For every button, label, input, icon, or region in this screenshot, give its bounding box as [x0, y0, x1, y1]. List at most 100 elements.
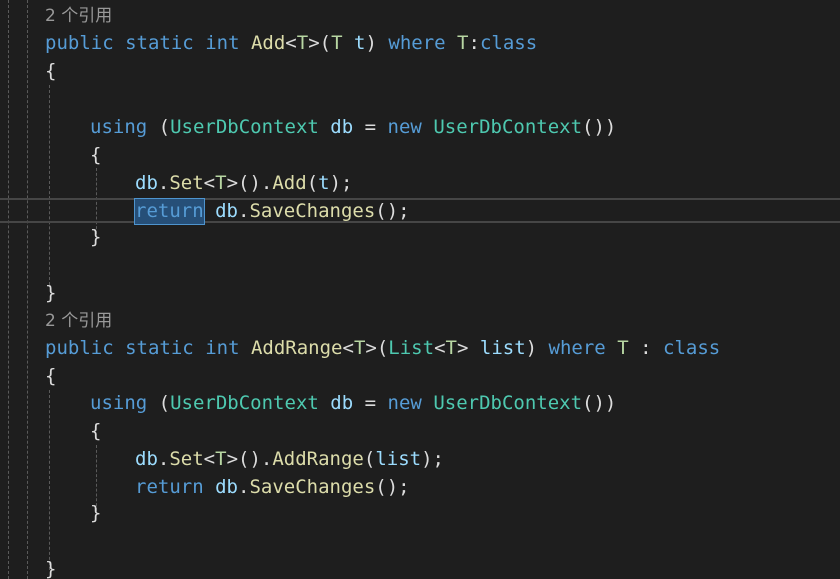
keyword-new: new [387, 392, 422, 414]
punct: ( [319, 32, 332, 54]
type-name: UserDbContext [433, 392, 583, 414]
punct: > [456, 337, 469, 359]
keyword-int: int [205, 337, 240, 359]
keyword-new: new [387, 116, 422, 138]
using-statement[interactable]: using (UserDbContext db = new UserDbCont… [90, 390, 616, 417]
keyword-using: using [90, 392, 148, 414]
punct: (); [375, 200, 410, 222]
punct: ); [329, 172, 353, 194]
constraint-target: T [617, 337, 629, 359]
variable-name: db [330, 116, 354, 138]
type-parameter: T [353, 337, 366, 359]
argument: list [375, 448, 422, 470]
statement-return[interactable]: return db.SaveChanges(); [134, 198, 410, 225]
type-parameter: T [215, 172, 227, 194]
method-call: Add [272, 172, 307, 194]
open-brace[interactable]: { [45, 363, 56, 390]
codelens-reference-count[interactable]: 2 个引用 [45, 308, 112, 335]
keyword-static: static [125, 337, 194, 359]
punct: < [203, 448, 216, 470]
type-parameter: T [215, 448, 227, 470]
indent-guide [49, 85, 50, 285]
inner-open-brace[interactable]: { [90, 142, 101, 169]
punct: > [226, 448, 239, 470]
punct: ); [421, 448, 444, 470]
punct: . [157, 172, 170, 194]
variable-name: db [215, 476, 238, 498]
punct: ()) [582, 392, 617, 414]
punct: ( [306, 172, 319, 194]
method-call: AddRange [272, 448, 364, 470]
keyword-where: where [388, 32, 446, 54]
method-call: SaveChanges [249, 200, 376, 222]
keyword-public: public [45, 32, 114, 54]
keyword-return-highlighted[interactable]: return [134, 198, 205, 225]
punct: ( [158, 392, 171, 414]
param-name: list [479, 337, 526, 359]
keyword-public: public [45, 337, 114, 359]
punct: ) [365, 32, 377, 54]
punct: < [434, 337, 446, 359]
punct: > [226, 172, 239, 194]
keyword-class: class [479, 32, 538, 54]
method-name: AddRange [250, 337, 343, 359]
type-parameter: T [296, 32, 309, 54]
constraint-target: T [457, 32, 469, 54]
punct: ()) [582, 116, 617, 138]
open-brace[interactable]: { [45, 58, 56, 85]
method-call: Set [169, 448, 204, 470]
keyword-int: int [205, 32, 240, 54]
punct: = [364, 116, 377, 138]
type-parameter: T [445, 337, 457, 359]
codelens-reference-count[interactable]: 2 个引用 [45, 3, 112, 30]
punct: < [342, 337, 354, 359]
type-name: UserDbContext [433, 116, 583, 138]
punct: > [365, 337, 377, 359]
keyword-static: static [125, 32, 194, 54]
punct: ( [376, 337, 389, 359]
variable-name: db [330, 392, 354, 414]
using-statement[interactable]: using (UserDbContext db = new UserDbCont… [90, 114, 616, 141]
punct: : [468, 32, 480, 54]
statement-addrange[interactable]: db.Set<T>().AddRange(list); [135, 446, 444, 473]
type-name: UserDbContext [170, 116, 319, 138]
punct: = [364, 392, 377, 414]
punct: (); [375, 476, 410, 498]
indent-guide [27, 0, 28, 579]
inner-open-brace[interactable]: { [90, 418, 101, 445]
keyword-using: using [90, 116, 148, 138]
method-call: SaveChanges [249, 476, 376, 498]
indent-guide [49, 390, 50, 570]
param-type: T [331, 32, 343, 54]
close-brace[interactable]: } [45, 280, 56, 307]
inner-close-brace[interactable]: } [90, 500, 101, 527]
punct: ) [525, 337, 538, 359]
method-signature-addrange[interactable]: public static int AddRange<T>(List<T> li… [45, 335, 720, 362]
param-type: List [388, 337, 435, 359]
punct: (). [238, 448, 273, 470]
code-editor[interactable]: 2 个引用 public static int Add<T>(T t) wher… [0, 0, 840, 579]
punct: : [640, 337, 652, 359]
indent-guide [8, 0, 9, 579]
keyword-where: where [548, 337, 606, 359]
punct: . [237, 476, 250, 498]
inner-close-brace[interactable]: } [90, 224, 101, 251]
variable-name: db [135, 448, 158, 470]
type-name: UserDbContext [170, 392, 319, 414]
punct: (). [238, 172, 273, 194]
method-signature-add[interactable]: public static int Add<T>(T t) where T:cl… [45, 30, 537, 57]
variable-name: db [135, 172, 158, 194]
keyword-class: class [663, 337, 721, 359]
punct: ( [158, 116, 171, 138]
param-name: t [354, 32, 366, 54]
statement-return[interactable]: return db.SaveChanges(); [135, 474, 410, 501]
punct: . [237, 200, 250, 222]
variable-name: db [215, 200, 238, 222]
close-brace[interactable]: } [45, 556, 56, 579]
punct: < [285, 32, 297, 54]
argument: t [318, 172, 330, 194]
keyword-return: return [135, 476, 204, 498]
statement-add[interactable]: db.Set<T>().Add(t); [135, 170, 352, 197]
punct: < [203, 172, 216, 194]
punct: ( [363, 448, 376, 470]
